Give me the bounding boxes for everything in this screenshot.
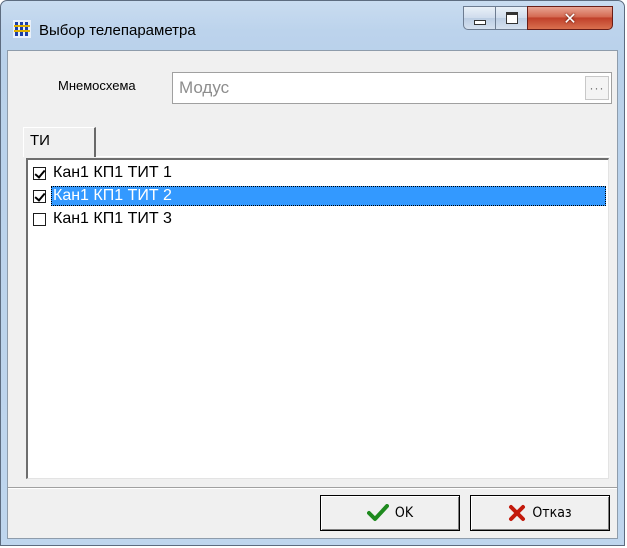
item-label: Кан1 КП1 ТИТ 2 xyxy=(51,186,606,206)
title-bar[interactable]: Выбор телепараметра ✕ xyxy=(1,1,624,51)
mnemoscheme-label: Мнемосхема xyxy=(58,78,136,93)
window-title: Выбор телепараметра xyxy=(39,22,196,39)
cancel-button[interactable]: Отказ xyxy=(470,495,610,531)
maximize-button[interactable] xyxy=(495,6,527,30)
app-grid-icon xyxy=(13,20,31,38)
list-item[interactable]: Кан1 КП1 ТИТ 2 xyxy=(28,186,608,206)
close-button[interactable]: ✕ xyxy=(527,6,613,30)
parameter-list[interactable]: Кан1 КП1 ТИТ 1 Кан1 КП1 ТИТ 2 Кан1 КП1 Т… xyxy=(26,158,609,479)
checkmark-icon xyxy=(366,504,389,522)
item-checkbox[interactable] xyxy=(33,189,46,203)
minimize-button[interactable] xyxy=(463,6,495,30)
tab-panel-border xyxy=(23,156,610,157)
dialog-window: Выбор телепараметра ✕ Мнемосхема ··· ТИ … xyxy=(0,0,625,546)
mnemoscheme-input[interactable] xyxy=(175,75,587,101)
dialog-body: Мнемосхема ··· ТИ Кан1 КП1 ТИТ 1 Кан1 КП… xyxy=(7,50,618,539)
tab-label: ТИ xyxy=(30,132,50,149)
maximize-icon xyxy=(505,12,518,24)
minimize-icon xyxy=(473,19,486,25)
item-label: Кан1 КП1 ТИТ 3 xyxy=(53,210,172,227)
browse-button[interactable]: ··· xyxy=(585,76,609,100)
item-checkbox[interactable] xyxy=(33,166,46,180)
tab-ti[interactable]: ТИ xyxy=(23,127,96,157)
ok-label: OK xyxy=(394,505,414,521)
list-item[interactable]: Кан1 КП1 ТИТ 1 xyxy=(28,163,608,183)
ok-button[interactable]: OK xyxy=(320,495,460,531)
mnemoscheme-field[interactable]: ··· xyxy=(172,72,612,104)
item-label: Кан1 КП1 ТИТ 1 xyxy=(53,164,172,181)
close-icon: ✕ xyxy=(563,8,577,28)
item-checkbox[interactable] xyxy=(33,212,46,226)
list-item[interactable]: Кан1 КП1 ТИТ 3 xyxy=(28,209,608,229)
cancel-label: Отказ xyxy=(532,505,572,521)
cross-icon xyxy=(508,504,526,522)
